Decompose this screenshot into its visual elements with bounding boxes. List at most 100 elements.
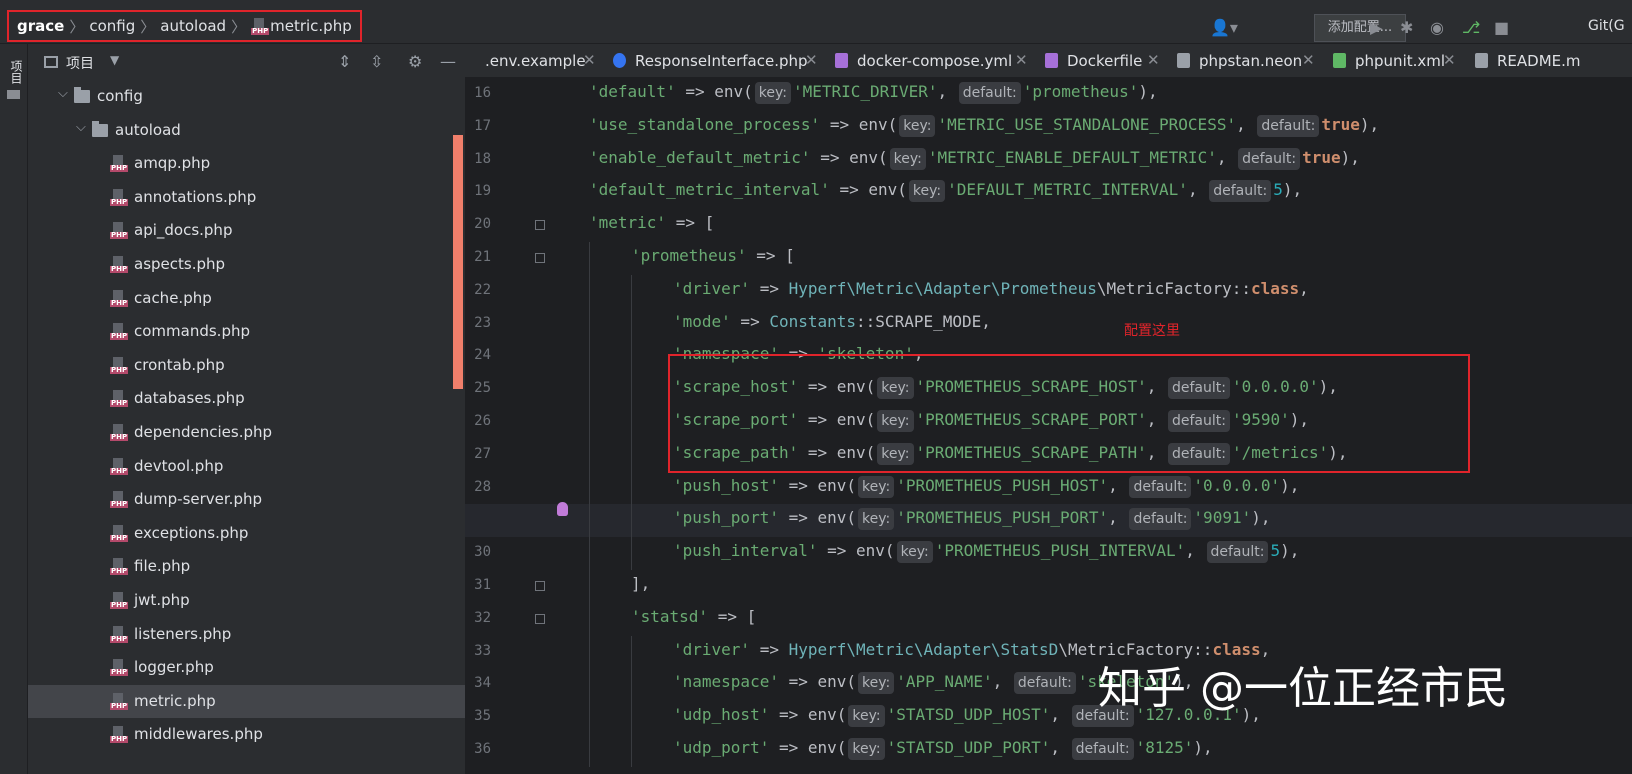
tree-item-label: dependencies.php [134,423,273,441]
tree-file[interactable]: crontab.php [28,349,465,383]
code-line[interactable]: 'default_metric_interval' => env(key: 'DE… [465,176,1632,209]
editor-tab[interactable]: Dockerfile ✕ [1045,44,1167,77]
interface-icon [613,53,626,68]
tree-file[interactable]: middlewares.php [28,718,465,752]
debug-icon[interactable]: ✱ [1400,18,1413,37]
run-icon[interactable]: ▶ [1370,18,1382,37]
code-line[interactable]: 'prometheus' => [ [465,242,1632,275]
git-branch-icon[interactable]: ⎇ [1462,18,1480,37]
tree-item-label: file.php [134,557,191,576]
breadcrumb-item-autoload[interactable]: autoload [160,17,226,35]
tree-item-label: dump-server.php [134,490,262,509]
close-icon[interactable]: ✕ [1443,51,1456,69]
tree-file[interactable]: databases.php [28,382,465,416]
fold-marker-icon[interactable] [535,220,545,231]
close-icon[interactable]: ✕ [1302,51,1315,69]
tree-file[interactable]: jwt.php [28,584,465,618]
code-line[interactable]: ], [465,570,1632,603]
close-icon[interactable]: ✕ [1147,51,1160,69]
code-line[interactable]: 'mode' => Constants::SCRAPE_MODE, [465,308,1632,341]
add-configuration-button[interactable]: 添加配置... [1314,14,1406,42]
php-file-icon [110,558,129,576]
code-line[interactable]: 'push_interval' => env(key: 'PROMETHEUS_P… [465,537,1632,570]
editor-tab[interactable]: ResponseInterface.php ✕ [613,44,825,77]
code-line[interactable]: 'driver' => Hyperf\Metric\Adapter\Promet… [465,275,1632,308]
folder-icon[interactable] [7,90,20,99]
php-file-icon [110,256,129,273]
minimize-icon[interactable]: — [440,52,456,71]
project-panel-title[interactable]: 项目 [66,53,94,73]
tree-item-label: exceptions.php [134,523,249,542]
code-line[interactable]: 'udp_port' => env(key: 'STATSD_UDP_PORT',… [465,734,1632,767]
code-line[interactable]: 'push_host' => env(key: 'PROMETHEUS_PUSH_… [465,472,1632,505]
chevron-down-icon[interactable]: ⌵ [58,86,68,101]
fold-marker-icon[interactable] [535,253,545,263]
tree-file[interactable]: api_docs.php [28,214,465,248]
tree-file[interactable]: exceptions.php [28,517,465,551]
tree-file[interactable]: aspects.php [28,248,465,282]
vcs-change-marker [453,135,463,389]
editor-tab[interactable]: README.m [1475,44,1632,77]
breadcrumb-item-project[interactable]: grace [17,17,64,35]
tree-file[interactable]: logger.php [28,651,465,685]
code-line[interactable]: 'default' => env(key: 'METRIC_DRIVER', de… [465,78,1632,111]
tree-file[interactable]: annotations.php [28,181,465,215]
code-text: 'udp_port' => env(key: 'STATSD_UDP_PORT',… [673,738,1213,760]
dropdown-arrow-icon[interactable]: ▼ [110,53,119,67]
tree-file[interactable]: cache.php [28,282,465,316]
project-tool-button[interactable]: 项目 [8,60,25,84]
tab-label: README.m [1497,52,1581,70]
code-line[interactable]: 'metric' => [ [465,209,1632,242]
editor-tabs: .env.example ✕ ResponseInterface.php ✕ docke… [465,44,1632,78]
editor-tab[interactable]: .env.example ✕ [485,44,603,77]
close-icon[interactable]: ✕ [805,51,818,69]
code-line[interactable]: 'use_standalone_process' => env(key: 'MET… [465,111,1632,144]
annotation-label: 配置这里 [1124,323,1180,339]
php-file-icon [110,390,129,408]
tree-file[interactable]: listeners.php [28,618,465,652]
breadcrumb-item-file[interactable]: metric.php [270,17,352,35]
fold-marker-icon[interactable] [535,581,545,591]
lightbulb-icon[interactable] [557,502,568,516]
expand-all-icon[interactable]: ⇕ [338,52,351,71]
tree-file[interactable]: dump-server.php [28,483,465,517]
code-line[interactable]: 'push_port' => env(key: 'PROMETHEUS_PUSH_… [465,504,1632,538]
php-file-icon [110,491,129,509]
code-line[interactable]: 'statsd' => [ [465,603,1632,636]
editor-tab[interactable]: phpstan.neon ✕ [1177,44,1322,77]
tree-item-label: jwt.php [134,591,190,609]
chevron-down-icon[interactable]: ⌵ [76,120,86,135]
breadcrumb-item-config[interactable]: config [89,17,135,35]
chevron-right-icon: 〉 [140,17,156,36]
gear-icon[interactable]: ⚙ [408,52,422,71]
code-text: 'mode' => Constants::SCRAPE_MODE, [673,311,991,331]
tree-folder[interactable]: ⌵ autoload [28,114,465,148]
tree-item-label: config [97,87,143,105]
breadcrumb: grace 〉 config 〉 autoload 〉 metric.php [7,10,362,42]
code-line[interactable]: 'enable_default_metric' => env(key: 'METR… [465,144,1632,177]
chevron-right-icon: 〉 [69,17,85,36]
close-icon[interactable]: ✕ [1015,51,1028,69]
coverage-icon[interactable]: ◉ [1430,18,1444,37]
git-menu[interactable]: Git(G [1588,18,1625,34]
fold-marker-icon[interactable] [535,613,545,624]
editor-tab[interactable]: phpunit.xml ✕ [1333,44,1463,77]
tree-file[interactable]: amqp.php [28,147,465,181]
close-icon[interactable]: ✕ [583,51,596,69]
navigation-bar: grace 〉 config 〉 autoload 〉 metric.php 👤… [0,0,1632,44]
stop-icon[interactable]: ■ [1494,18,1509,37]
watermark: 知乎 @一位正经市民 [1098,663,1508,714]
tree-file[interactable]: dependencies.php [28,416,465,450]
editor-tab[interactable]: docker-compose.yml ✕ [835,44,1035,77]
tree-file[interactable]: commands.php [28,315,465,349]
tree-file[interactable]: file.php [28,550,465,584]
tree-item-label: annotations.php [134,187,257,206]
user-icon[interactable]: 👤▾ [1210,18,1238,37]
tree-item-label: api_docs.php [134,221,233,240]
tree-folder[interactable]: ⌵ config [28,80,465,114]
code-text: ], [631,574,651,593]
tree-file[interactable]: devtool.php [28,450,465,484]
tool-window-strip: 项目 [0,44,28,774]
collapse-all-icon[interactable]: ⇳ [370,52,383,71]
tree-file[interactable]: metric.php [28,684,465,719]
